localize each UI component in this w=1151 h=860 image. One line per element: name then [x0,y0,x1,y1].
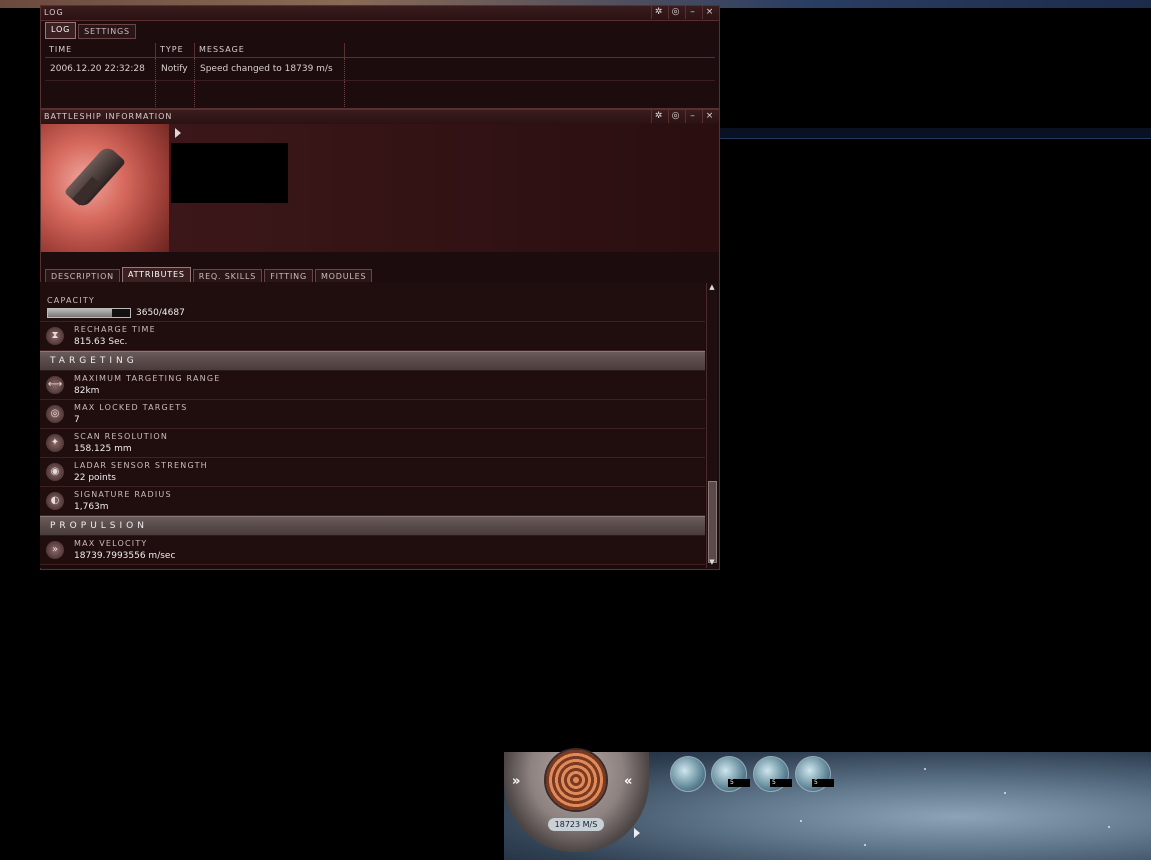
scroll-up-icon[interactable]: ▲ [707,283,717,293]
log-message: Speed changed to 18739 m/s [195,58,345,80]
attribute-value: 82km [74,386,100,396]
expand-arrow-icon[interactable] [175,128,181,138]
info-title: BATTLESHIP INFORMATION [44,112,173,121]
log-title: LOG [44,8,64,17]
attribute-value: 1,763m [74,502,109,512]
log-tabs: LOG SETTINGS [41,21,719,40]
pin-icon[interactable]: ◎ [668,6,683,19]
scroll-thumb[interactable] [708,481,717,563]
close-icon[interactable]: × [702,110,717,123]
speed-readout[interactable]: 18723 M/S [548,818,604,831]
list-item: ◉ LADAR SENSOR STRENGTH 22 points [40,458,705,487]
column-time[interactable]: TIME [45,43,156,57]
attribute-value: 158.125 mm [74,444,132,454]
ship-image [41,124,169,252]
tab-log[interactable]: LOG [45,22,77,39]
recharge-label: RECHARGE TIME [74,325,156,334]
attribute-list[interactable]: CAPACITY 3650/4687 ⧗ RECHARGE TIME 815.6… [40,282,705,568]
attribute-label: LADAR SENSOR STRENGTH [74,461,208,470]
minimize-icon[interactable]: – [685,110,700,123]
speed-up-icon[interactable]: » [512,774,520,789]
capacity-value: 3650/4687 [136,308,185,318]
attribute-value: 7 [74,415,80,425]
close-icon[interactable]: × [702,6,717,19]
log-type: Notify [156,58,195,80]
module-slot-4[interactable]: 5 [795,756,834,792]
capacity-bar [47,308,131,318]
column-type[interactable]: TYPE [156,43,195,57]
ship-hud: » « 18723 M/S [504,748,649,852]
speed-down-icon[interactable]: « [624,774,632,789]
column-message[interactable]: MESSAGE [195,43,345,57]
section-targeting: TARGETING [40,351,705,371]
list-item: ◎ MAX LOCKED TARGETS 7 [40,400,705,429]
attribute-value: 18739.7993556 m/sec [74,551,176,561]
attribute-label: SCAN RESOLUTION [74,432,169,441]
locked-targets-icon: ◎ [46,405,64,423]
hourglass-icon: ⧗ [46,327,64,345]
log-header: TIME TYPE MESSAGE [45,43,715,58]
attribute-label: MAX VELOCITY [74,539,148,548]
module-count: 5 [770,779,792,787]
background-strip [720,128,1151,139]
recharge-value: 815.63 Sec. [74,337,128,347]
tab-settings[interactable]: SETTINGS [78,24,136,39]
attribute-label: MAX LOCKED TARGETS [74,403,188,412]
attribute-value: 22 points [74,473,116,483]
capacitor-dial[interactable] [544,748,608,812]
list-item: » MAX VELOCITY 18739.7993556 m/sec [40,536,705,565]
expand-hud-icon[interactable] [634,828,640,838]
signature-radius-icon: ◐ [46,492,64,510]
info-titlebar[interactable]: BATTLESHIP INFORMATION ✲ ◎ – × [41,110,719,125]
targeting-range-icon: ⟷ [46,376,64,394]
list-item-recharge: ⧗ RECHARGE TIME 815.63 Sec. [40,322,705,351]
module-count: 5 [728,779,750,787]
attribute-label: SIGNATURE RADIUS [74,490,172,499]
log-time: 2006.12.20 22:32:28 [45,58,156,80]
settings-icon[interactable]: ✲ [651,110,666,123]
log-window[interactable]: LOG ✲ ◎ – × LOG SETTINGS TIME TYPE MESSA… [40,5,720,109]
minimize-icon[interactable]: – [685,6,700,19]
table-row[interactable]: 2006.12.20 22:32:28 Notify Speed changed… [45,58,715,81]
ladar-sensor-icon: ◉ [46,463,64,481]
module-count: 5 [812,779,834,787]
module-slot-1[interactable] [670,756,706,792]
scroll-down-icon[interactable]: ▼ [707,558,717,568]
section-propulsion: PROPULSION [40,516,705,536]
list-item-capacity: CAPACITY 3650/4687 [40,282,705,322]
scan-resolution-icon: ✦ [46,434,64,452]
list-item: ✦ SCAN RESOLUTION 158.125 mm [40,429,705,458]
velocity-icon: » [46,541,64,559]
log-titlebar[interactable]: LOG ✲ ◎ – × [41,6,719,21]
capacity-label: CAPACITY [47,296,96,305]
attribute-scrollbar[interactable]: ▲ ▼ [706,283,717,568]
ship-name-box [171,143,288,203]
list-item: ◐ SIGNATURE RADIUS 1,763m [40,487,705,516]
list-item: ⟷ MAXIMUM TARGETING RANGE 82km [40,371,705,400]
pin-icon[interactable]: ◎ [668,110,683,123]
settings-icon[interactable]: ✲ [651,6,666,19]
log-empty-row [45,81,715,107]
module-slot-2[interactable]: 5 [711,756,750,792]
attribute-label: MAXIMUM TARGETING RANGE [74,374,221,383]
module-slot-3[interactable]: 5 [753,756,792,792]
